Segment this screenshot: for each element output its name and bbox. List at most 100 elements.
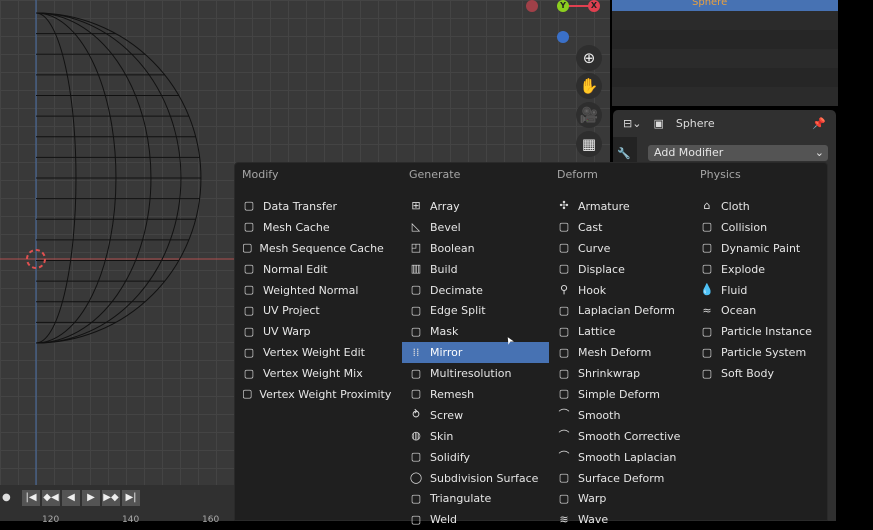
menu-item-label: Subdivision Surface — [430, 471, 539, 485]
menu-item-label: Lattice — [578, 325, 616, 339]
menu-column-deform: Deform ✣ Armature ▢ Cast ▢ Curve ▢ Displace ⚲ Hook… — [550, 163, 697, 530]
menu-item-label: UV Project — [263, 304, 320, 318]
menu-item-mirror[interactable]: ⁞⁞ Mirror — [402, 342, 549, 364]
menu-item-solidify[interactable]: ▢ Solidify — [402, 447, 549, 468]
menu-item-mask[interactable]: ▢ Mask — [402, 321, 549, 342]
hand-pan-icon[interactable]: ✋ — [576, 73, 602, 99]
record-icon[interactable]: ● — [2, 492, 11, 503]
menu-item-uv-warp[interactable]: ▢ UV Warp — [235, 321, 382, 342]
menu-item-dynamic-paint[interactable]: ▢ Dynamic Paint — [693, 238, 840, 259]
gizmo-x[interactable]: X — [588, 0, 600, 12]
menu-item-label: Triangulate — [430, 492, 492, 506]
menu-item-boolean[interactable]: ◰ Boolean — [402, 238, 549, 259]
menu-item-weighted-normal[interactable]: ▢ Weighted Normal — [235, 280, 382, 301]
zoom-icon[interactable]: ⊕ — [576, 45, 602, 71]
menu-item-label: Curve — [578, 241, 611, 255]
menu-item-build[interactable]: ▥ Build — [402, 259, 549, 280]
menu-item-cloth[interactable]: ⌂ Cloth — [693, 196, 840, 217]
next-keyframe-button[interactable]: ▶◆ — [102, 490, 120, 506]
menu-item-array[interactable]: ⊞ Array — [402, 196, 549, 217]
menu-item-label: Hook — [578, 283, 607, 297]
skin-icon: ◍ — [411, 429, 421, 443]
outliner[interactable]: Sphere — [612, 0, 838, 106]
menu-item-vertex-weight-proximity[interactable]: ▢ Vertex Weight Proximity — [235, 384, 391, 405]
camera-icon[interactable]: 🎥 — [576, 102, 602, 128]
menu-item-label: Data Transfer — [263, 199, 337, 213]
menu-item-surface-deform[interactable]: ▢ Surface Deform — [550, 468, 697, 489]
jump-start-button[interactable]: |◀ — [22, 490, 40, 506]
menu-item-decimate[interactable]: ▢ Decimate — [402, 280, 549, 301]
menu-item-lattice[interactable]: ▢ Lattice — [550, 321, 697, 342]
menu-item-smooth-corrective[interactable]: ⌒ Smooth Corrective — [550, 426, 697, 447]
subsurf-icon: ◯ — [409, 471, 423, 485]
menu-item-subdivision-surface[interactable]: ◯ Subdivision Surface — [402, 468, 549, 489]
menu-item-weld[interactable]: ▢ Weld — [402, 509, 549, 530]
menu-item-label: Vertex Weight Proximity — [259, 387, 392, 401]
menu-item-shrinkwrap[interactable]: ▢ Shrinkwrap — [550, 363, 697, 384]
menu-item-cast[interactable]: ▢ Cast — [550, 217, 697, 238]
menu-item-label: Smooth Corrective — [578, 429, 681, 443]
menu-item-explode[interactable]: ▢ Explode — [693, 259, 840, 280]
menu-item-hook[interactable]: ⚲ Hook — [550, 280, 697, 301]
menu-item-label: Array — [430, 199, 460, 213]
menu-item-smooth-laplacian[interactable]: ⌒ Smooth Laplacian — [550, 447, 697, 468]
menu-item-mesh-cache[interactable]: ▢ Mesh Cache — [235, 217, 382, 238]
mesh-sequence-cache-icon: ▢ — [242, 241, 253, 255]
grid-ortho-icon[interactable]: ▦ — [576, 131, 602, 157]
menu-item-triangulate[interactable]: ▢ Triangulate — [402, 488, 549, 509]
gizmo-neg-x[interactable] — [526, 0, 538, 12]
menu-item-edge-split[interactable]: ▢ Edge Split — [402, 300, 549, 321]
menu-item-skin[interactable]: ◍ Skin — [402, 426, 549, 447]
menu-item-displace[interactable]: ▢ Displace — [550, 259, 697, 280]
menu-item-particle-instance[interactable]: ▢ Particle Instance — [693, 321, 840, 342]
menu-item-ocean[interactable]: ≈ Ocean — [693, 300, 840, 321]
menu-item-label: Shrinkwrap — [578, 367, 641, 381]
add-modifier-dropdown[interactable]: Add Modifier ⌄ — [648, 145, 828, 161]
editor-type-icon[interactable]: ⊟⌄ — [623, 117, 641, 130]
menu-item-uv-project[interactable]: ▢ UV Project — [235, 300, 382, 321]
menu-item-collision[interactable]: ▢ Collision — [693, 217, 840, 238]
menu-item-armature[interactable]: ✣ Armature — [550, 196, 697, 217]
timeline: ● |◀ ◆◀ ◀ ▶ ▶◆ ▶| 120 140 160 — [0, 485, 234, 525]
menu-item-warp[interactable]: ▢ Warp — [550, 488, 697, 509]
menu-item-data-transfer[interactable]: ▢ Data Transfer — [235, 196, 382, 217]
menu-item-multiresolution[interactable]: ▢ Multiresolution — [402, 363, 549, 384]
mask-icon: ▢ — [410, 324, 422, 338]
menu-item-label: Multiresolution — [430, 367, 512, 381]
play-button[interactable]: ▶ — [82, 490, 100, 506]
menu-item-particle-system[interactable]: ▢ Particle System — [693, 342, 840, 363]
menu-item-vertex-weight-edit[interactable]: ▢ Vertex Weight Edit — [235, 342, 382, 363]
menu-item-vertex-weight-mix[interactable]: ▢ Vertex Weight Mix — [235, 363, 382, 384]
jump-end-button[interactable]: ▶| — [122, 490, 140, 506]
menu-item-label: Weighted Normal — [263, 283, 359, 297]
menu-item-simple-deform[interactable]: ▢ Simple Deform — [550, 384, 697, 405]
edge-split-icon: ▢ — [410, 303, 422, 317]
dynamic-paint-icon: ▢ — [701, 241, 713, 255]
menu-item-mesh-deform[interactable]: ▢ Mesh Deform — [550, 342, 697, 363]
menu-item-soft-body[interactable]: ▢ Soft Body — [693, 363, 840, 384]
menu-item-label: Normal Edit — [263, 262, 328, 276]
pin-icon[interactable]: 📌 — [812, 117, 826, 130]
gizmo-z[interactable] — [557, 31, 569, 43]
ruler-label: 120 — [42, 515, 60, 525]
object-name: Sphere — [675, 117, 715, 130]
menu-item-mesh-sequence-cache[interactable]: ▢ Mesh Sequence Cache — [235, 238, 384, 259]
menu-item-label: Screw — [430, 408, 464, 422]
menu-item-normal-edit[interactable]: ▢ Normal Edit — [235, 259, 382, 280]
menu-item-remesh[interactable]: ▢ Remesh — [402, 384, 549, 405]
menu-item-wave[interactable]: ≋ Wave — [550, 509, 697, 530]
menu-item-bevel[interactable]: ◺ Bevel — [402, 217, 549, 238]
menu-item-laplacian-deform[interactable]: ▢ Laplacian Deform — [550, 300, 697, 321]
menu-item-smooth[interactable]: ⌒ Smooth — [550, 405, 697, 426]
wave-icon: ≋ — [559, 512, 569, 526]
triangulate-icon: ▢ — [410, 491, 422, 505]
prev-keyframe-button[interactable]: ◆◀ — [42, 490, 60, 506]
gizmo-y[interactable]: Y — [557, 0, 569, 12]
menu-item-label: Cast — [578, 220, 603, 234]
menu-item-fluid[interactable]: 💧 Fluid — [693, 280, 840, 301]
outliner-row-sphere[interactable]: Sphere — [612, 0, 838, 11]
curve-icon: ▢ — [558, 241, 570, 255]
menu-item-curve[interactable]: ▢ Curve — [550, 238, 697, 259]
play-reverse-button[interactable]: ◀ — [62, 490, 80, 506]
menu-item-screw[interactable]: ⥁ Screw — [402, 405, 549, 426]
